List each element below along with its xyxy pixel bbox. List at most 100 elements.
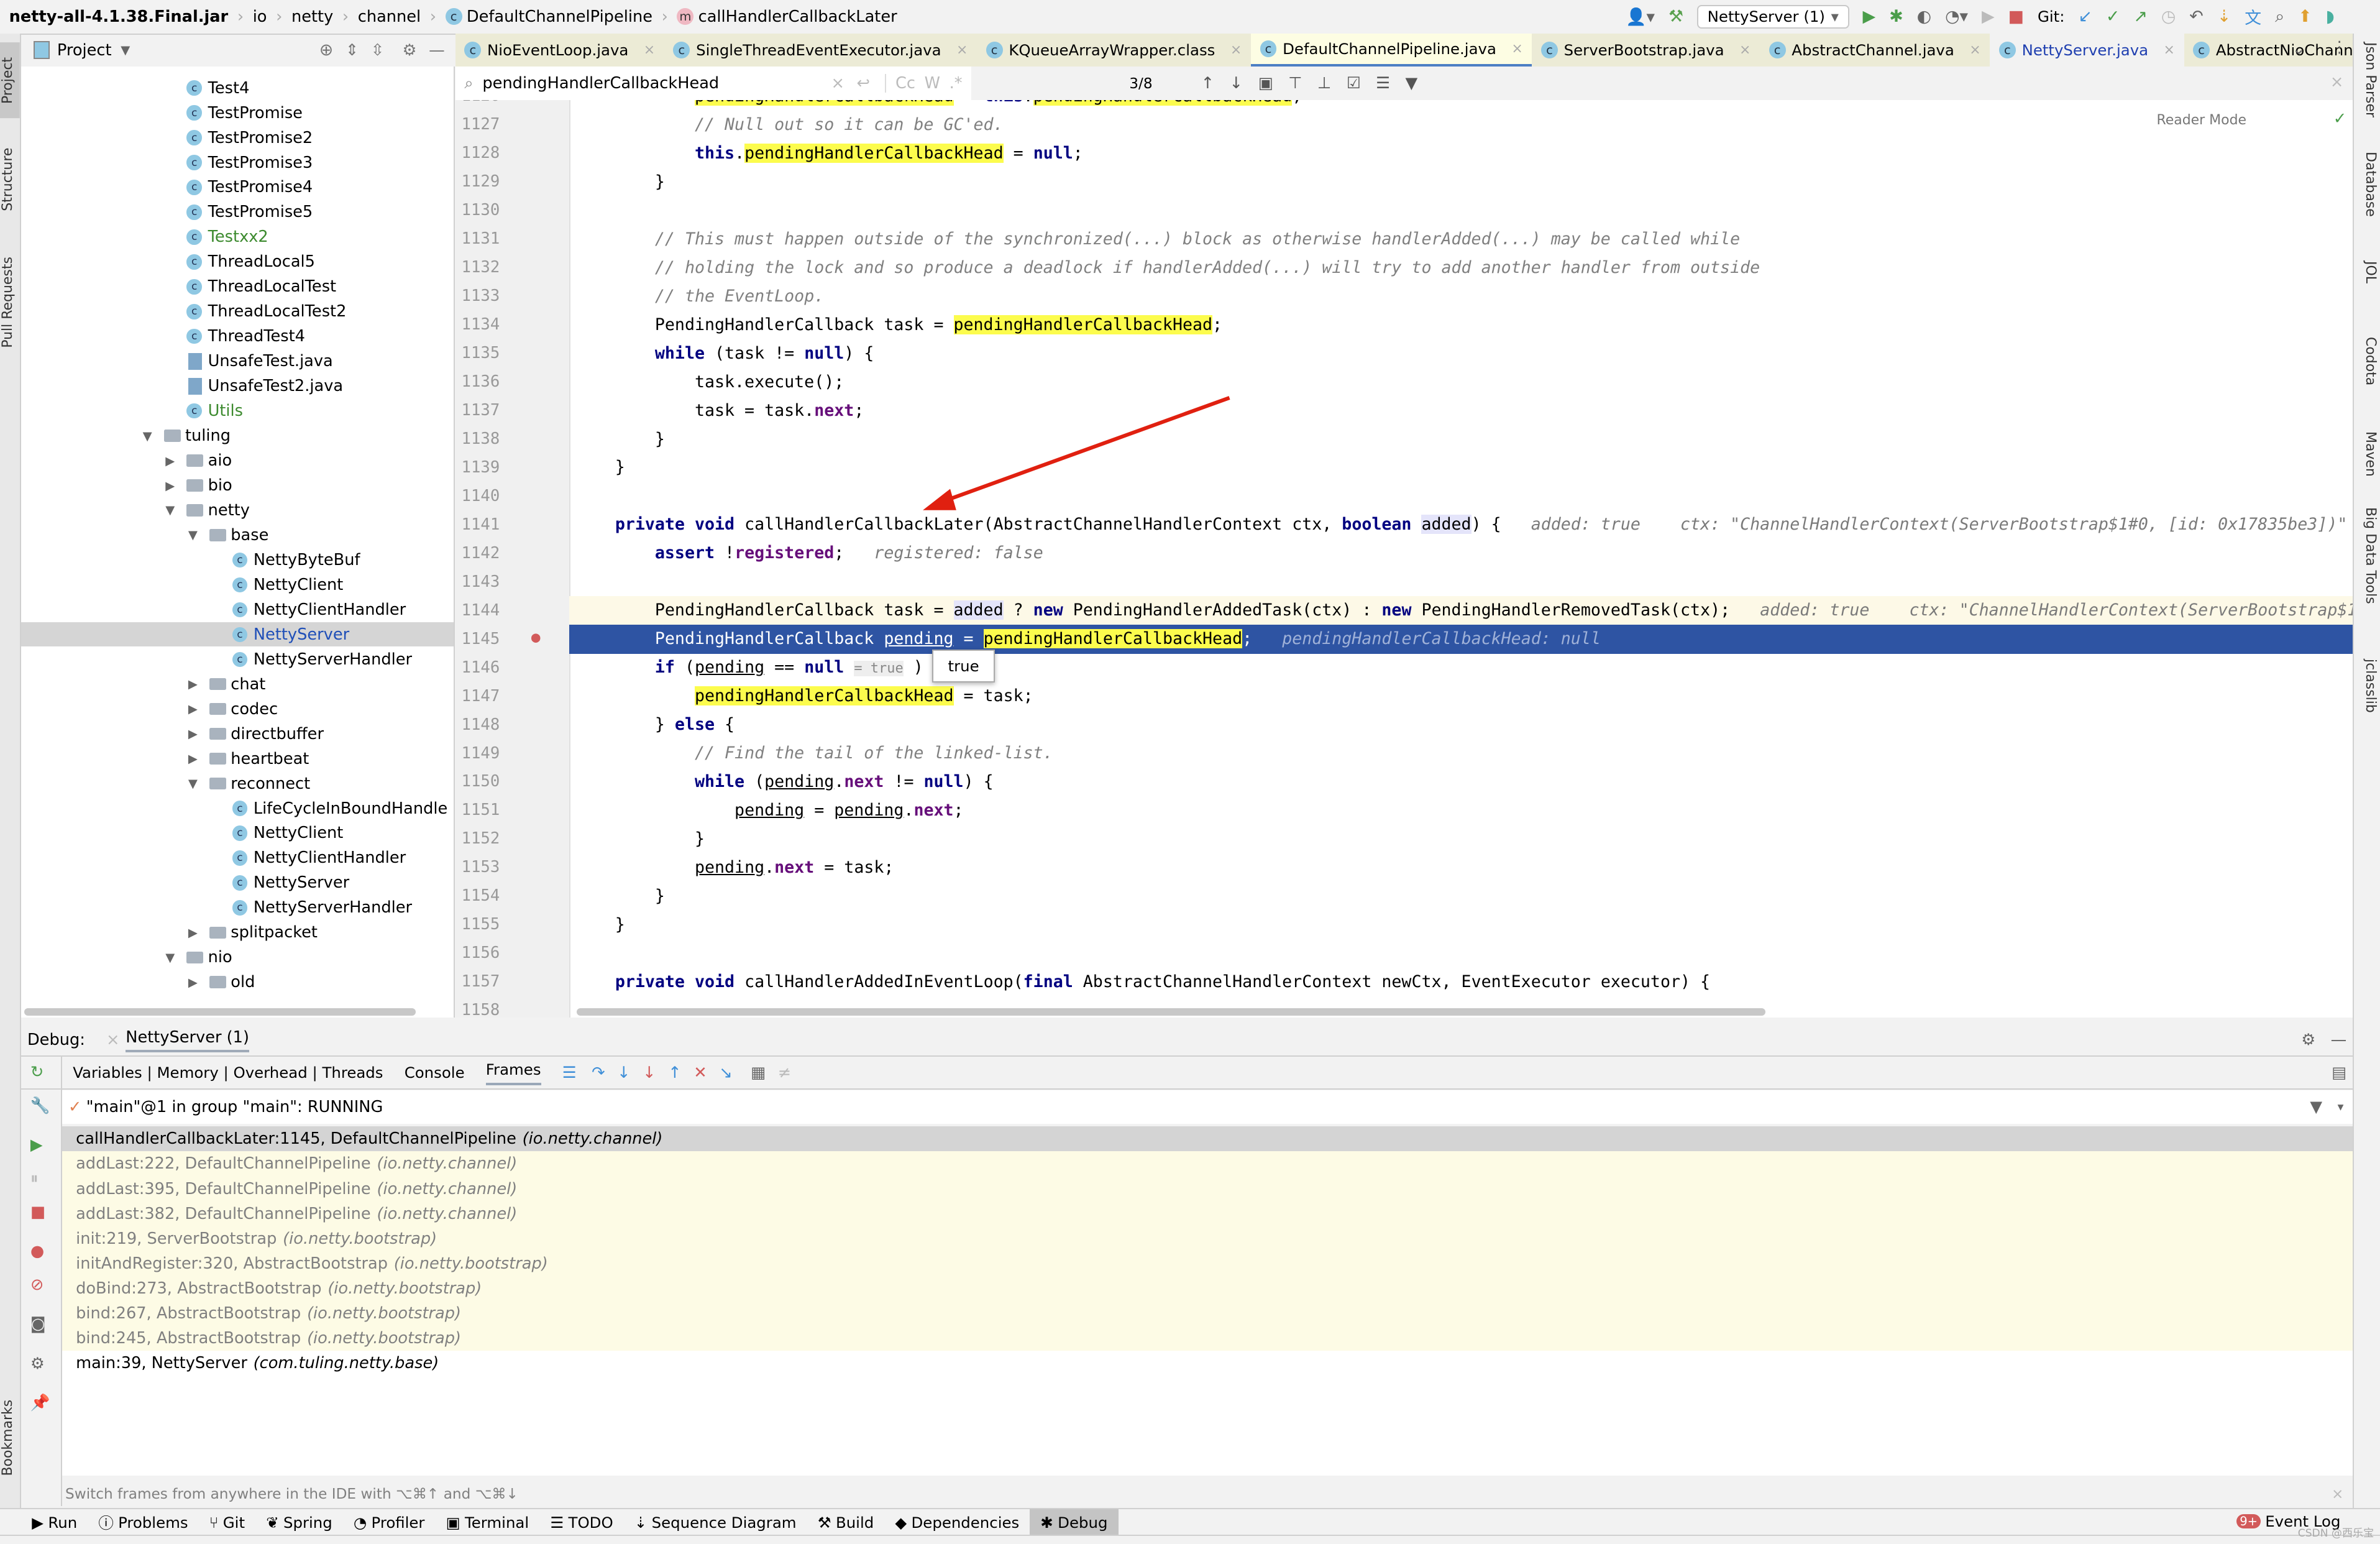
filter-icon[interactable]: ▼ (1406, 74, 1418, 93)
chevron-right-icon[interactable]: ▶ (188, 975, 198, 990)
breadcrumb-class[interactable]: DefaultChannelPipeline (467, 7, 652, 26)
tree-item[interactable]: c NettyServer (21, 871, 454, 895)
tool-debug-button[interactable]: ✱ Debug (1030, 1509, 1119, 1537)
code-line[interactable] (569, 568, 2353, 596)
search-input[interactable]: pendingHandlerCallbackHead (482, 74, 719, 93)
step-into-icon[interactable]: ↓ (617, 1064, 630, 1082)
code-line[interactable] (569, 939, 2353, 968)
gear-icon[interactable]: ⚙ (2301, 1031, 2315, 1049)
code-line[interactable]: } else { (569, 710, 2353, 739)
reader-mode-toggle[interactable]: Reader Mode (2156, 113, 2246, 128)
expand-all-icon[interactable]: ⇕ (346, 41, 359, 60)
stack-frame[interactable]: initAndRegister:320, AbstractBootstrap (i… (62, 1251, 2353, 1276)
code-line[interactable]: this.pendingHandlerCallbackHead = null; (569, 139, 2353, 168)
code-line[interactable]: while (task != null) { (569, 339, 2353, 368)
code-line[interactable]: } (569, 453, 2353, 482)
close-session-icon[interactable]: × (106, 1031, 119, 1049)
chevron-right-icon[interactable]: ▶ (165, 454, 175, 468)
code-line[interactable]: pending.next = task; (569, 853, 2353, 882)
tree-horizontal-scrollbar[interactable] (24, 1008, 416, 1016)
next-occurrence-icon[interactable]: ↓ (1230, 74, 1243, 93)
add-selection-icon[interactable]: ⊤ (1288, 74, 1302, 93)
code-line[interactable]: } (569, 911, 2353, 939)
search-everywhere-icon[interactable]: ⌕ (2275, 7, 2284, 27)
close-tab-icon[interactable]: × (644, 42, 655, 58)
close-tab-icon[interactable]: × (1969, 42, 1980, 58)
chevron-right-icon[interactable]: ▶ (188, 702, 198, 716)
history-icon[interactable]: ◷ (2161, 7, 2176, 26)
tree-item[interactable]: ▶ codec (21, 697, 454, 721)
chevron-down-icon[interactable]: ▼ (121, 43, 130, 57)
gear-icon[interactable]: ⚙ (403, 41, 417, 60)
breadcrumb-jar[interactable]: netty-all-4.1.38.Final.jar (9, 7, 229, 26)
editor-tab[interactable]: c ServerBootstrap.java × (1532, 34, 1760, 67)
update-icon[interactable]: ⬆ (2298, 7, 2312, 26)
trace-icon[interactable]: ≠ (778, 1064, 791, 1082)
tab-console[interactable]: Console (405, 1064, 465, 1082)
tree-item[interactable]: ▼ base (21, 523, 454, 547)
tree-item[interactable]: c LifeCycleInBoundHandle (21, 796, 454, 820)
mute-breakpoints-icon[interactable]: ⊘ (30, 1275, 43, 1294)
filter-icon[interactable]: ▼ (2310, 1098, 2322, 1116)
close-tab-icon[interactable]: × (956, 42, 968, 58)
code-line[interactable]: private void callHandlerAddedInEventLoop… (569, 968, 2353, 996)
tree-item[interactable]: ▼ netty (21, 498, 454, 522)
tool-database[interactable]: Database (2357, 152, 2378, 217)
stack-frame[interactable]: addLast:222, DefaultChannelPipeline (io.n… (62, 1151, 2353, 1177)
pause-icon[interactable]: ⏸ (30, 1169, 39, 1188)
tree-item[interactable]: c ThreadLocalTest2 (21, 300, 454, 324)
translate-icon[interactable]: 文 (2245, 4, 2261, 29)
tree-item[interactable]: ▶ aio (21, 449, 454, 473)
tree-item[interactable]: c ThreadLocal5 (21, 250, 454, 274)
chevron-right-icon[interactable]: ▶ (188, 926, 198, 940)
tree-item[interactable]: c Utils (21, 399, 454, 423)
tree-item[interactable]: UnsafeTest2.java (21, 374, 454, 398)
tree-item[interactable]: c NettyClient (21, 821, 454, 845)
hide-icon[interactable]: — (429, 41, 445, 60)
tool-build-button[interactable]: ⚒ Build (807, 1509, 885, 1537)
tree-item[interactable]: ▼ nio (21, 945, 454, 970)
code-line[interactable]: pendingHandlerCallbackHead = task; (569, 682, 2353, 710)
minimize-icon[interactable]: — (2331, 1031, 2347, 1049)
tree-item[interactable]: ▶ bio (21, 473, 454, 497)
search-field[interactable]: ⌕ pendingHandlerCallbackHead × ↩ Cc W .* (455, 67, 972, 101)
tool-run-button[interactable]: ▶ Run (21, 1509, 88, 1537)
multiline-icon[interactable]: ☰ (1376, 74, 1390, 93)
editor-tab[interactable]: c AbstractChannel.java × (1760, 34, 1990, 67)
tree-item[interactable]: ▶ chat (21, 672, 454, 696)
close-tab-icon[interactable]: × (1739, 42, 1751, 58)
tree-item[interactable]: c TestPromise5 (21, 200, 454, 224)
run-icon[interactable]: ▶ (1863, 7, 1876, 26)
chevron-down-icon[interactable]: ▼ (165, 503, 175, 517)
chevron-down-icon[interactable]: ▾ (2338, 1100, 2344, 1114)
tool-bookmarks[interactable]: Bookmarks (0, 1392, 20, 1484)
stack-frame[interactable]: bind:245, AbstractBootstrap (io.netty.boo… (62, 1325, 2353, 1351)
camera-icon[interactable]: ◙ (30, 1315, 46, 1333)
tree-item[interactable]: ▼ tuling (21, 424, 454, 448)
debug-session-tab[interactable]: NettyServer (1) (126, 1028, 249, 1052)
tool-git-button[interactable]: ⑂ Git (199, 1509, 255, 1537)
editor-tab[interactable]: c NettyServer.java × (1990, 33, 2184, 67)
code-line[interactable]: task.execute(); (569, 368, 2353, 397)
git-push-icon[interactable]: ↗ (2133, 7, 2148, 26)
editor-tab[interactable]: c SingleThreadEventExecutor.java × (664, 34, 977, 67)
code-line[interactable]: // Null out so it can be GC'ed. (569, 111, 2353, 139)
tool-json-parser[interactable]: Json Parser (2357, 42, 2378, 117)
layout-icon[interactable]: ☰ (562, 1064, 577, 1082)
tool-sequence-diagram-button[interactable]: ⇣ Sequence Diagram (624, 1509, 807, 1537)
chevron-right-icon[interactable]: ▶ (188, 677, 198, 691)
tree-item[interactable]: c TestPromise (21, 101, 454, 125)
user-icon[interactable]: 👤▾ (1626, 7, 1655, 27)
stack-frame[interactable]: init:219, ServerBootstrap (io.netty.boots… (62, 1226, 2353, 1251)
stack-frame[interactable]: addLast:382, DefaultChannelPipeline (io.n… (62, 1201, 2353, 1226)
tool-problems-button[interactable]: ⓘ Problems (88, 1509, 198, 1537)
tree-item[interactable]: c NettyServerHandler (21, 896, 454, 920)
tree-item[interactable]: ▼ reconnect (21, 771, 454, 796)
tree-item[interactable]: c NettyClientHandler (21, 846, 454, 870)
tool-structure[interactable]: Structure (0, 137, 20, 222)
step-out-icon[interactable]: ↑ (668, 1064, 681, 1082)
drop-frame-icon[interactable]: ✕ (693, 1064, 707, 1082)
match-case-toggle[interactable]: Cc (885, 74, 915, 93)
project-view-select[interactable]: Project (57, 41, 112, 60)
code-line[interactable]: task = task.next; (569, 397, 2353, 425)
